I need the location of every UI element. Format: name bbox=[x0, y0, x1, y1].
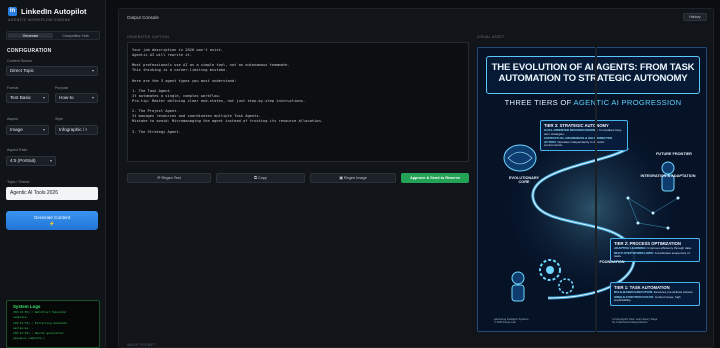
copy-label: Copy bbox=[257, 176, 267, 180]
scrollbar[interactable] bbox=[595, 47, 597, 332]
infographic-title-line: THE EVOLUTION OF AI AGENTS: FROM TASK bbox=[491, 62, 695, 73]
generated-caption-label: GENERATED CAPTION bbox=[127, 35, 169, 39]
content-source-value: Direct Topic bbox=[10, 68, 34, 73]
regen-image-button[interactable]: ▣ Regen Image bbox=[310, 173, 396, 183]
regen-text-button[interactable]: ⟳ Regen Text bbox=[127, 173, 211, 183]
purpose-value: How-to bbox=[59, 95, 74, 100]
caption-textarea[interactable]: Your job description in 2026 won't exist… bbox=[127, 42, 469, 162]
topic-input[interactable]: Agentic AI Tools 2026 bbox=[6, 187, 98, 200]
sidebar: in LinkedIn Autopilot AGENTIC WORKFLOW E… bbox=[0, 0, 106, 348]
tier3-point: GOAL-ORIENTED DECISION MAKING: Formulate… bbox=[544, 128, 622, 136]
purpose-select[interactable]: How-to ▾ bbox=[55, 93, 98, 103]
content-source-label: Content Source bbox=[7, 59, 32, 63]
configuration-heading: CONFIGURATION bbox=[7, 48, 52, 54]
tab-generate[interactable]: Generate bbox=[8, 33, 53, 38]
visual-asset-label: VISUAL ASSET bbox=[477, 35, 505, 39]
lightning-icon: ⚡ bbox=[49, 221, 55, 226]
label-evolutionary-core: EVOLUTIONARY CORE bbox=[508, 176, 540, 184]
infographic-title-box: THE EVOLUTION OF AI AGENTS: FROM TASK AU… bbox=[486, 56, 700, 94]
output-console-panel: Output Console History GENERATED CAPTION… bbox=[118, 8, 714, 348]
image-prompt-label: IMAGE PROMPT bbox=[127, 343, 156, 347]
tier2-point: MULTI-STEP WORKFLOWS: Coordinates sequen… bbox=[614, 250, 690, 259]
aspect-ratio-value: 4:5 (Portrait) bbox=[10, 158, 36, 163]
label-future-frontier: FUTURE FRONTIER bbox=[656, 152, 692, 156]
infographic-subtitle: THREE TIERS OF AGENTIC AI PROGRESSION bbox=[478, 98, 706, 107]
generate-content-button[interactable]: Generate Content ⚡ bbox=[6, 211, 98, 230]
purpose-label: Purpose bbox=[55, 86, 69, 90]
output-console-title: Output Console bbox=[127, 15, 159, 20]
mode-toggle: Generate Competitor Hub bbox=[6, 31, 100, 40]
format-value: Text Basic bbox=[10, 95, 31, 100]
format-label: Format bbox=[7, 86, 19, 90]
regen-text-label: Regen Text bbox=[161, 176, 181, 180]
app-subtitle: AGENTIC WORKFLOW ENGINE bbox=[8, 18, 71, 22]
regen-image-label: Regen Image bbox=[343, 176, 367, 180]
tier3-point: CONTEXTUAL AWARENESS & SELF-DIRECTED ACT… bbox=[544, 136, 613, 148]
topic-label: Topic / Theme bbox=[7, 180, 30, 184]
style-select[interactable]: Infographic / I bbox=[55, 125, 98, 135]
chevron-down-icon: ▾ bbox=[49, 158, 52, 163]
app-title: LinkedIn Autopilot bbox=[21, 7, 87, 16]
tab-competitor-hub[interactable]: Competitor Hub bbox=[53, 33, 98, 38]
copy-button[interactable]: ⧉ Copy bbox=[216, 173, 305, 183]
visual-asset-image: THE EVOLUTION OF AI AGENTS: FROM TASK AU… bbox=[477, 47, 707, 332]
infographic-title-line: AUTOMATION TO STRATEGIC AUTONOMY bbox=[498, 73, 688, 84]
subtitle-accent: AGENTIC AI PROGRESSION bbox=[573, 98, 682, 107]
history-button[interactable]: History bbox=[683, 13, 707, 21]
generate-content-label: Generate Content bbox=[33, 215, 71, 220]
label-integration: INTEGRATION & ADAPTATION bbox=[640, 174, 696, 178]
system-logs-title: System Logs bbox=[13, 304, 41, 309]
chevron-down-icon: ▾ bbox=[42, 95, 45, 100]
infographic-footer-right: AI Infographic View: Learn Every Stage No… bbox=[612, 318, 658, 325]
approve-send-button[interactable]: Approve & Send to Reserve bbox=[401, 173, 469, 183]
caption-line: 3. The Strategy Agent. bbox=[132, 129, 181, 134]
chevron-down-icon: ▾ bbox=[42, 127, 45, 132]
style-label: Style bbox=[55, 117, 63, 121]
tier2-box: TIER 2: PROCESS OPTIMIZATION ADAPTIVE LE… bbox=[610, 238, 700, 262]
linkedin-logo-icon: in bbox=[8, 7, 17, 16]
brand: in LinkedIn Autopilot bbox=[8, 7, 87, 16]
tier1-point: SINGLE-FUNCTION FOCUS: Limited scope, hi… bbox=[614, 294, 681, 303]
chevron-down-icon: ▾ bbox=[91, 68, 94, 73]
system-logs-panel[interactable]: System Logs [00:21:55] ✓ Watchlist Tabul… bbox=[6, 300, 100, 348]
infographic-footer-left: Advancing Intelligent Systems © 2026 Futu… bbox=[494, 318, 529, 325]
tier3-box: TIER 3: STRATEGIC AUTONOMY GOAL-ORIENTED… bbox=[540, 120, 628, 151]
aspect-ratio-label: Aspect Ratio bbox=[7, 148, 28, 152]
subtitle-plain: THREE TIERS OF bbox=[504, 98, 574, 107]
style-value: Infographic / I bbox=[59, 127, 87, 132]
aspect-select[interactable]: Image ▾ bbox=[6, 125, 49, 135]
chevron-down-icon: ▾ bbox=[91, 95, 94, 100]
aspect-label: Aspect bbox=[7, 117, 18, 121]
log-line: sequence complete./ bbox=[13, 336, 45, 341]
aspect-ratio-select[interactable]: 4:5 (Portrait) ▾ bbox=[6, 156, 56, 166]
content-source-select[interactable]: Direct Topic ▾ bbox=[6, 66, 98, 76]
tier1-box: TIER 1: TASK AUTOMATION RULE-BASED EXECU… bbox=[610, 282, 700, 306]
aspect-value: Image bbox=[10, 127, 23, 132]
format-select[interactable]: Text Basic ▾ bbox=[6, 93, 49, 103]
